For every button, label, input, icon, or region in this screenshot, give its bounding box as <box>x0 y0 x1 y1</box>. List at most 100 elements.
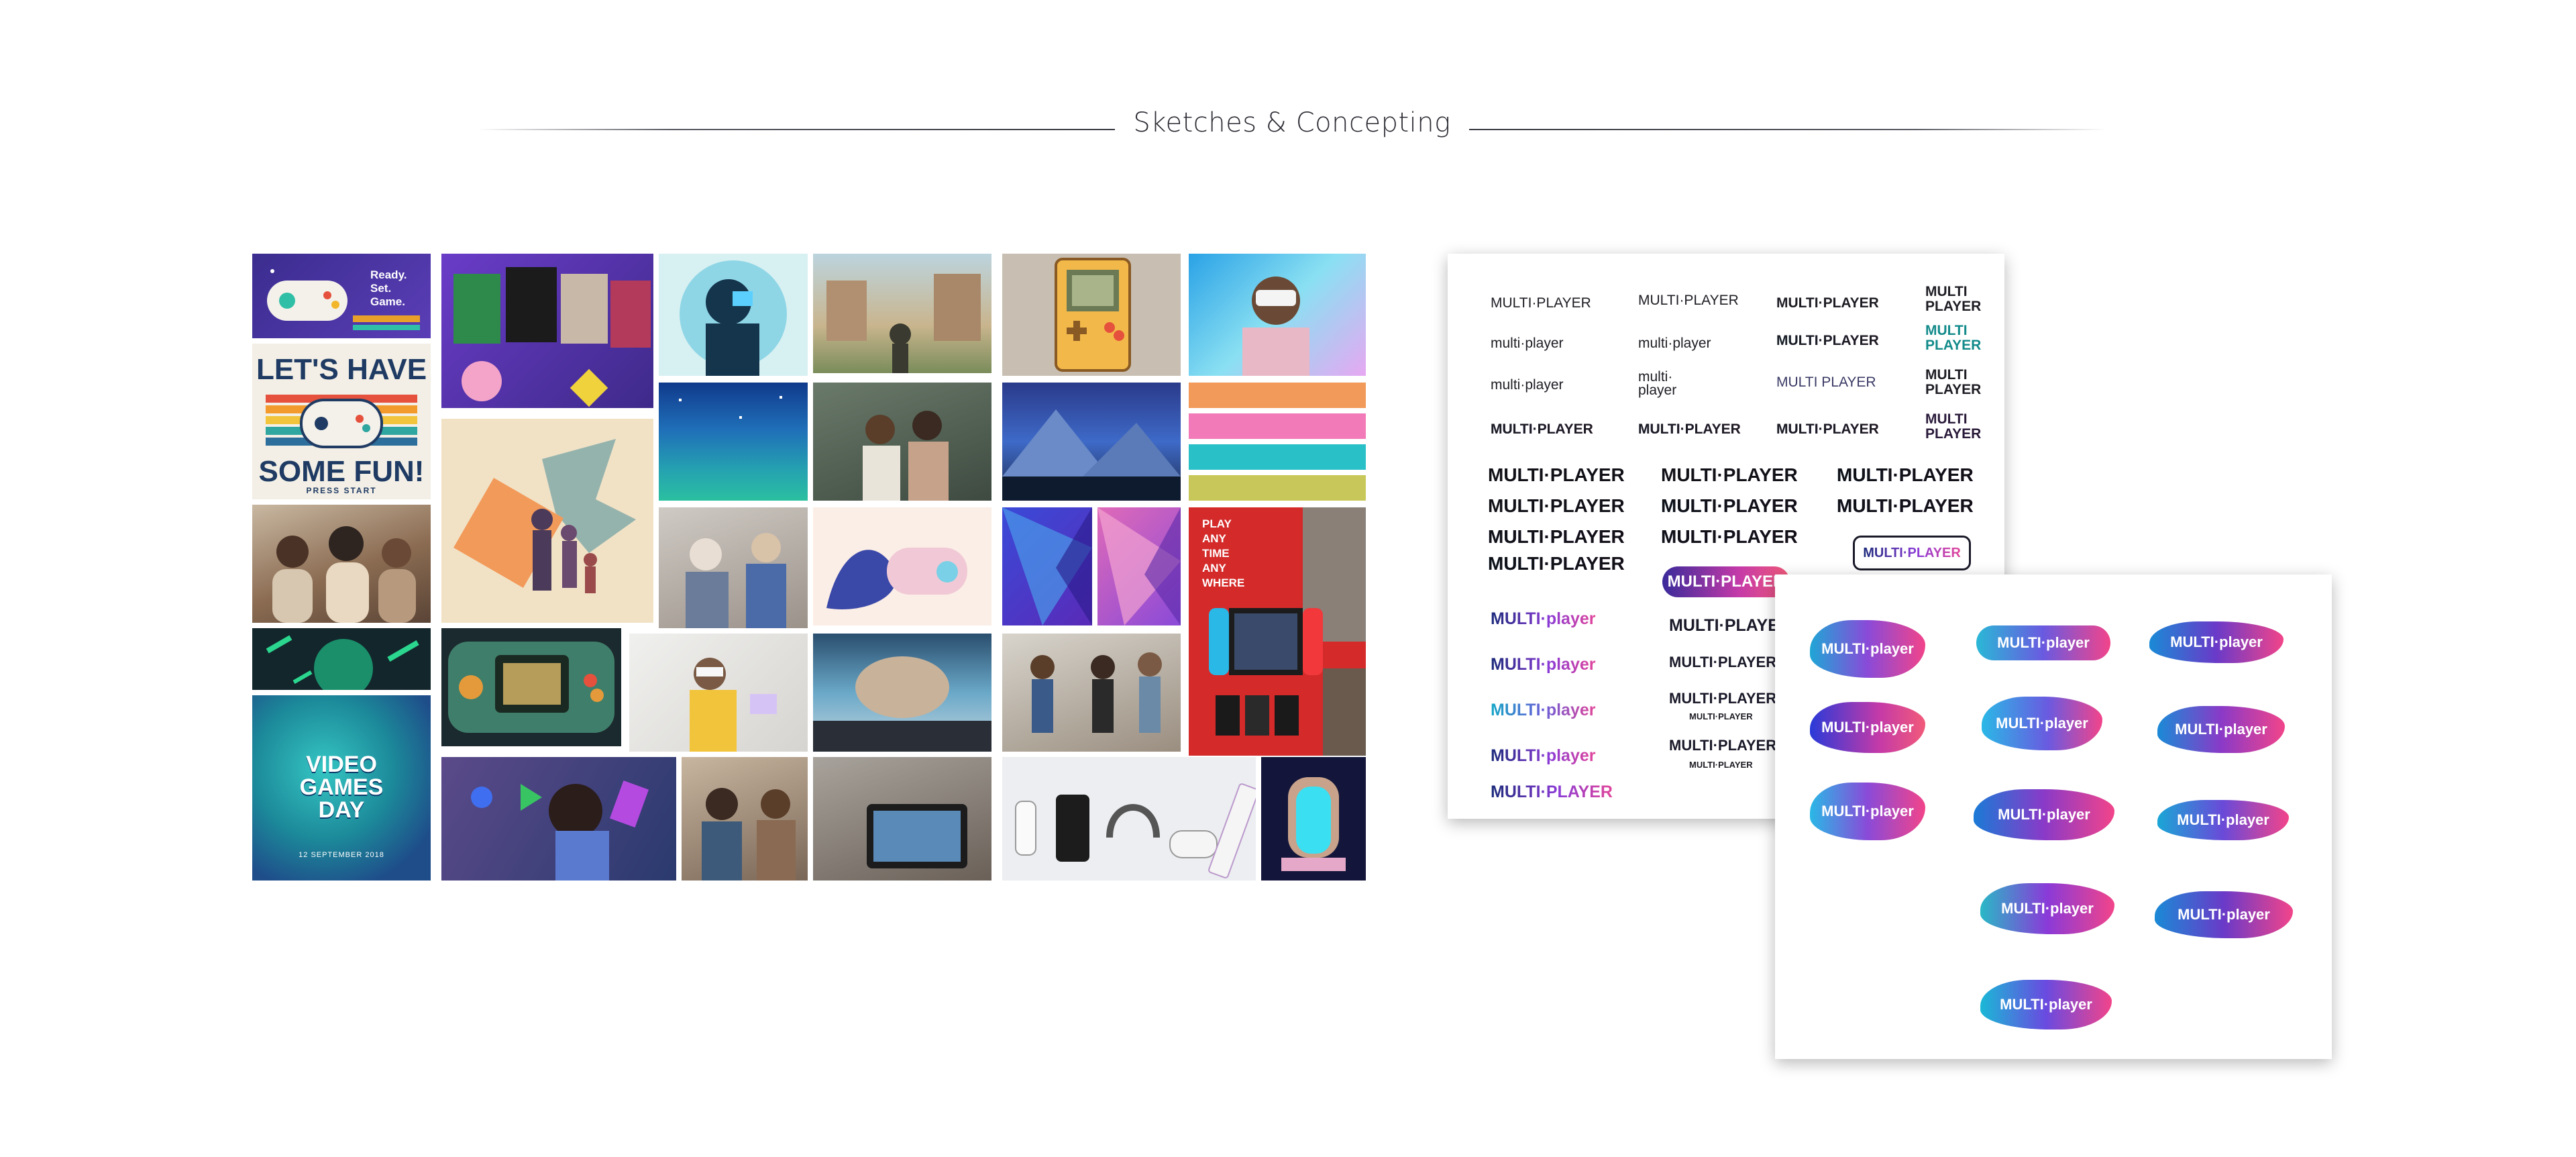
logo-pill: MULTI·PLAYER <box>1662 566 1790 597</box>
devices-product-shot <box>1002 757 1256 881</box>
handheld-console <box>448 642 614 733</box>
logo-sketch: MULTI PLAYER <box>1776 374 1876 390</box>
friends-dancing-photo <box>1002 634 1181 752</box>
logo-wave: MULTI·player <box>1810 702 1925 753</box>
logo-script-text: MULTI·player <box>1491 746 1596 765</box>
logo-badge-text: MULTI·PLAYER <box>1863 545 1961 560</box>
logo-wave: MULTI·player <box>2157 800 2289 840</box>
mountains <box>1002 409 1181 501</box>
brain-fantasy-scene <box>813 634 991 752</box>
mountain-forest-scene <box>1002 383 1181 501</box>
controller-doodle-illustration <box>813 507 991 625</box>
stars <box>679 396 782 419</box>
logo-sketch-bold: MULTI·PLAYER <box>1488 553 1625 574</box>
open-world-game-scene <box>813 254 991 373</box>
logo-sketch-script: MULTI·PLAYER <box>1491 783 1613 802</box>
lowpoly-blue-shapes <box>1002 507 1092 625</box>
vr-woman <box>1242 276 1309 376</box>
gameboy-art <box>1055 258 1131 372</box>
logo-sketch-script: MULTI·player <box>1491 701 1596 720</box>
vr-home-photo <box>629 634 808 752</box>
lets-have-some-fun-poster: LET'S HAVE SOME FUN! PRESS START <box>252 344 431 499</box>
pixel-night-sky <box>659 383 808 501</box>
logo-sketch: MULTI·PLAYER <box>1491 295 1591 311</box>
logo-wave: MULTI·player <box>2155 891 2293 938</box>
logo-sketch: MULTI·PLAYER <box>1638 293 1739 308</box>
friends-silhouettes <box>272 526 416 623</box>
logo-wave: MULTI·player <box>1976 625 2110 660</box>
silhouette-art <box>680 260 787 376</box>
logo-script-text: MULTI·player <box>1491 609 1596 628</box>
green-abstract-banner <box>252 628 431 690</box>
vgday-date: 12 SEPTEMBER 2018 <box>299 851 384 859</box>
logo-sketch-sheet-2: MULTI·player MULTI·player MULTI·player M… <box>1775 574 2332 1059</box>
seniors-gaming-photo <box>659 507 808 628</box>
logo-sketch-mid: MULTI·PLAYER <box>1669 654 1777 670</box>
boy-smartphone-photo <box>441 757 676 881</box>
logo-sketch-mid: MULTI·PLAYER <box>1669 690 1777 707</box>
logo-sketch-mini: MULTI·PLAYER <box>1689 711 1753 721</box>
couple-couch-photo <box>813 383 991 501</box>
fun-bottom-caption: SOME FUN! <box>258 455 425 488</box>
retro-handheld-console-art <box>441 628 621 746</box>
logo-badge: MULTI·PLAYER <box>1853 536 1971 570</box>
logo-sketch: multi·player <box>1491 336 1564 351</box>
logo-wave: MULTI·player <box>2157 706 2285 753</box>
logo-wave: MULTI·player <box>1810 620 1925 678</box>
game-boxes <box>453 267 651 407</box>
press-start-caption: PRESS START <box>306 486 377 495</box>
logo-sketch: MULTI·PLAYER <box>1638 421 1741 437</box>
play-anywhere-switch-ad: PLAY ANY TIME ANY WHERE <box>1189 507 1366 756</box>
logo-sketch: MULTI·PLAYER <box>1776 333 1879 348</box>
logo-sketch-mini: MULTI·PLAYER <box>1689 760 1753 770</box>
logo-sketch: multi·player <box>1491 377 1564 393</box>
retro-handheld-illustration <box>1002 254 1181 376</box>
color-stripes <box>1189 383 1366 501</box>
dancers <box>1030 652 1162 733</box>
brain-planet <box>813 656 991 752</box>
logo-wave: MULTI·player <box>1974 789 2114 840</box>
logo-sketch: MULTI PLAYER <box>1925 367 1982 397</box>
logo-sketch: MULTI·PLAYER <box>1776 295 1879 311</box>
header-rule-right <box>1469 129 2106 130</box>
logo-sketch-script: MULTI·player <box>1491 609 1596 629</box>
portal <box>1281 777 1346 871</box>
logo-sketch-bold: MULTI·PLAYER <box>1488 464 1625 485</box>
logo-sketch-script: MULTI·player <box>1491 655 1596 674</box>
devices <box>1015 783 1256 878</box>
floating-gems <box>471 780 649 881</box>
lowpoly-pink-shapes <box>1097 507 1181 625</box>
pixel-gradient-stripes <box>1189 383 1366 501</box>
logo-sketch-bold: MULTI·PLAYER <box>1488 495 1625 516</box>
logo-sketch: MULTI·PLAYER <box>1491 421 1593 437</box>
family-dragon-illustration <box>441 419 653 623</box>
ready-caption: Ready. Set. Game. <box>370 268 407 308</box>
pixel-portal-art <box>1261 757 1366 881</box>
logo-sketch: MULTI·PLAYER <box>1776 421 1879 437</box>
fun-top-caption: LET'S HAVE <box>256 353 427 386</box>
logo-sketch-bold: MULTI·PLAYER <box>1488 526 1625 547</box>
logo-wave: MULTI·player <box>1810 783 1925 840</box>
logo-sketch-mid: MULTI·PLAYER <box>1669 616 1791 635</box>
logo-sketch-script: MULTI·player <box>1491 746 1596 766</box>
logo-sketch-bold: MULTI·PLAYER <box>1837 464 1974 485</box>
video-games-day-poster: VIDEO GAMES DAY 12 SEPTEMBER 2018 <box>252 695 431 881</box>
green-shapes <box>266 635 419 690</box>
landscape-scene <box>826 274 981 373</box>
office-people <box>702 788 796 881</box>
logo-wave: MULTI·player <box>1982 697 2102 750</box>
friends-gaming-photo <box>252 505 431 623</box>
office-gaming-photo <box>682 757 808 881</box>
logo-sketch: multi·player <box>1638 336 1711 351</box>
vr-scene <box>690 658 777 752</box>
lowpoly-blue-art <box>1002 507 1092 625</box>
logo-sketch-mid: MULTI·PLAYER <box>1669 737 1777 754</box>
logo-sketch-bold: MULTI·PLAYER <box>1661 464 1798 485</box>
play-anywhere-caption: PLAY ANY TIME ANY WHERE <box>1202 517 1245 589</box>
logo-wave: MULTI·player <box>1980 883 2114 934</box>
family-dragon-art <box>453 439 636 593</box>
logo-script-text: MULTI·player <box>1491 701 1596 719</box>
logo-sketch-bold: MULTI·PLAYER <box>1661 526 1798 547</box>
logo-sketch: MULTI PLAYER <box>1925 411 1982 442</box>
silhouette-screen-illustration <box>659 254 808 376</box>
